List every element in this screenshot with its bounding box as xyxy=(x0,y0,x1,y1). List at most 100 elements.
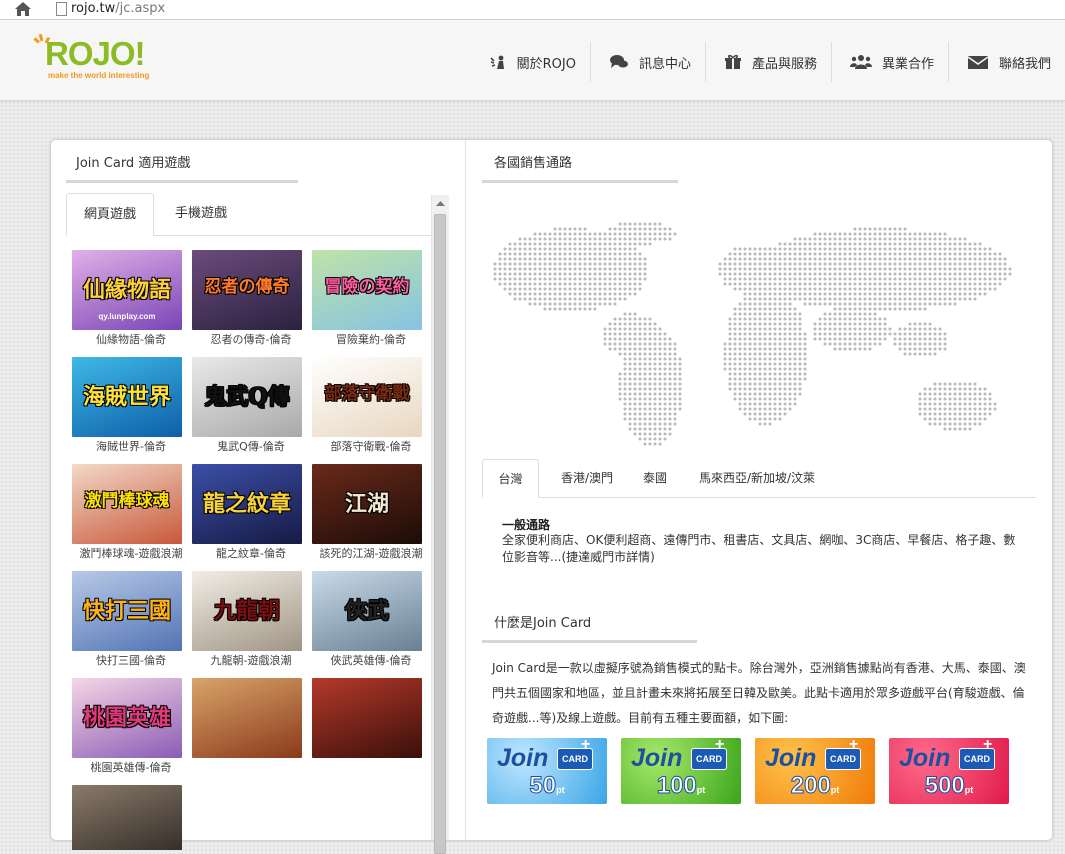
game-item[interactable]: 俠武 俠武英雄傳-倫奇 xyxy=(311,571,429,676)
nav-partners[interactable]: 異業合作 xyxy=(830,42,948,82)
game-item[interactable]: 海賊世界 海賊世界-倫奇 xyxy=(71,357,191,462)
game-thumbnail[interactable] xyxy=(192,678,302,758)
map-dot xyxy=(733,337,737,341)
map-dot xyxy=(633,357,637,361)
game-thumbnail[interactable]: 部落守衛戰 xyxy=(312,357,422,437)
scroll-up-arrow-icon[interactable] xyxy=(432,195,449,212)
url-field[interactable]: rojo.tw/jc.aspx xyxy=(71,0,165,18)
map-dot xyxy=(613,227,617,231)
game-item[interactable]: 龍之紋章 龍之紋章-倫奇 xyxy=(191,464,311,569)
game-thumbnail[interactable]: 九龍朝 xyxy=(192,571,302,651)
game-item[interactable]: 江湖 該死的江湖-遊戲浪潮 xyxy=(311,464,429,569)
map-dot xyxy=(868,272,872,276)
game-item[interactable] xyxy=(311,678,429,783)
game-item[interactable]: 激鬥棒球魂 激鬥棒球魂-遊戲浪潮 xyxy=(71,464,191,569)
map-dot xyxy=(733,277,737,281)
map-dot xyxy=(773,272,777,276)
game-item[interactable] xyxy=(71,785,191,850)
map-dot xyxy=(933,262,937,266)
game-thumbnail[interactable]: 俠武 xyxy=(312,571,422,651)
map-dot xyxy=(903,237,907,241)
home-icon[interactable] xyxy=(14,1,32,17)
map-dot xyxy=(663,412,667,416)
map-dot xyxy=(943,292,947,296)
game-thumbnail[interactable]: 龍之紋章 xyxy=(192,464,302,544)
rojo-logo[interactable]: ROJO! make the world interesting xyxy=(33,34,163,86)
game-thumbnail[interactable]: 激鬥棒球魂 xyxy=(72,464,182,544)
game-name[interactable]: 俠武英雄傳-倫奇 xyxy=(311,652,429,668)
map-dot xyxy=(668,392,672,396)
game-name[interactable]: 該死的江湖-遊戲浪潮 xyxy=(311,545,429,561)
game-item[interactable]: 部落守衛戰 部落守衛戰-倫奇 xyxy=(311,357,429,462)
game-name[interactable]: 冒險棄約-倫奇 xyxy=(311,331,429,347)
game-name[interactable]: 海賊世界-倫奇 xyxy=(71,438,191,454)
scroll-thumb[interactable] xyxy=(434,214,446,854)
map-dot xyxy=(498,272,502,276)
tab-thailand[interactable]: 泰國 xyxy=(632,459,678,496)
game-item[interactable]: 仙緣物語 qy.lunplay.com 仙緣物語-倫奇 xyxy=(71,250,191,355)
game-name[interactable]: 激鬥棒球魂-遊戲浪潮 xyxy=(71,545,191,561)
map-dot xyxy=(863,237,867,241)
map-dot xyxy=(743,337,747,341)
game-name[interactable]: 忍者の傳奇-倫奇 xyxy=(191,331,311,347)
map-dot xyxy=(723,267,727,271)
game-name[interactable]: 鬼武Q傳-倫奇 xyxy=(191,438,311,454)
map-dot xyxy=(833,347,837,351)
game-thumbnail[interactable]: 冒險の契約 xyxy=(312,250,422,330)
nav-news[interactable]: 訊息中心 xyxy=(589,42,705,82)
game-thumbnail[interactable]: 仙緣物語 qy.lunplay.com xyxy=(72,250,182,330)
game-item[interactable]: 鬼武Q傳 鬼武Q傳-倫奇 xyxy=(191,357,311,462)
game-thumbnail[interactable] xyxy=(312,678,422,758)
game-thumbnail[interactable]: 忍者の傳奇 xyxy=(192,250,302,330)
game-item[interactable] xyxy=(191,678,311,783)
game-thumbnail[interactable]: 快打三國 xyxy=(72,571,182,651)
tab-malaysia-singapore-brunei[interactable]: 馬來西亞/新加坡/汶萊 xyxy=(687,459,827,496)
game-item[interactable]: 桃園英雄 桃園英雄傳-倫奇 xyxy=(71,678,191,783)
games-scrollbar[interactable] xyxy=(431,195,449,854)
nav-contact[interactable]: 聯絡我們 xyxy=(947,42,1065,82)
map-dot xyxy=(923,272,927,276)
map-dot xyxy=(658,377,662,381)
game-name[interactable]: 九龍朝-遊戲浪潮 xyxy=(191,652,311,668)
map-dot xyxy=(813,292,817,296)
game-name[interactable]: 部落守衛戰-倫奇 xyxy=(311,438,429,454)
map-dot xyxy=(798,342,802,346)
game-thumbnail[interactable]: 桃園英雄 xyxy=(72,678,182,758)
map-dot xyxy=(748,287,752,291)
nav-about[interactable]: 關於ROJO xyxy=(471,42,590,82)
map-dot xyxy=(623,357,627,361)
nav-products[interactable]: 產品與服務 xyxy=(704,42,831,82)
map-dot xyxy=(748,382,752,386)
map-dot xyxy=(848,317,852,321)
map-dot xyxy=(753,267,757,271)
map-dot xyxy=(783,352,787,356)
map-dot xyxy=(628,362,632,366)
map-dot xyxy=(918,282,922,286)
map-dot xyxy=(1008,267,1012,271)
game-item[interactable]: 冒險の契約 冒險棄約-倫奇 xyxy=(311,250,429,355)
nav-partners-label: 異業合作 xyxy=(881,56,934,72)
game-name[interactable]: 桃園英雄傳-倫奇 xyxy=(71,759,191,775)
map-dot xyxy=(938,392,942,396)
tab-hongkong-macau[interactable]: 香港/澳門 xyxy=(542,459,632,496)
map-dot xyxy=(783,402,787,406)
map-dot xyxy=(763,287,767,291)
map-dot xyxy=(623,337,627,341)
game-item[interactable]: 九龍朝 九龍朝-遊戲浪潮 xyxy=(191,571,311,676)
game-name[interactable]: 快打三國-倫奇 xyxy=(71,652,191,668)
map-dot xyxy=(838,322,842,326)
map-dot xyxy=(888,327,892,331)
game-thumbnail[interactable] xyxy=(72,785,182,850)
game-thumbnail[interactable]: 海賊世界 xyxy=(72,357,182,437)
game-name[interactable]: 仙緣物語-倫奇 xyxy=(71,331,191,347)
game-item[interactable]: 快打三國 快打三國-倫奇 xyxy=(71,571,191,676)
game-name[interactable]: 龍之紋章-倫奇 xyxy=(191,545,311,561)
tab-mobile-games[interactable]: 手機遊戲 xyxy=(158,193,244,234)
game-thumbnail[interactable]: 鬼武Q傳 xyxy=(192,357,302,437)
tab-web-games[interactable]: 網頁遊戲 xyxy=(66,193,154,236)
game-thumbnail[interactable]: 江湖 xyxy=(312,464,422,544)
map-dot xyxy=(753,297,757,301)
game-item[interactable]: 忍者の傳奇 忍者の傳奇-倫奇 xyxy=(191,250,311,355)
map-dot xyxy=(858,342,862,346)
tab-taiwan[interactable]: 台灣 xyxy=(482,459,539,498)
